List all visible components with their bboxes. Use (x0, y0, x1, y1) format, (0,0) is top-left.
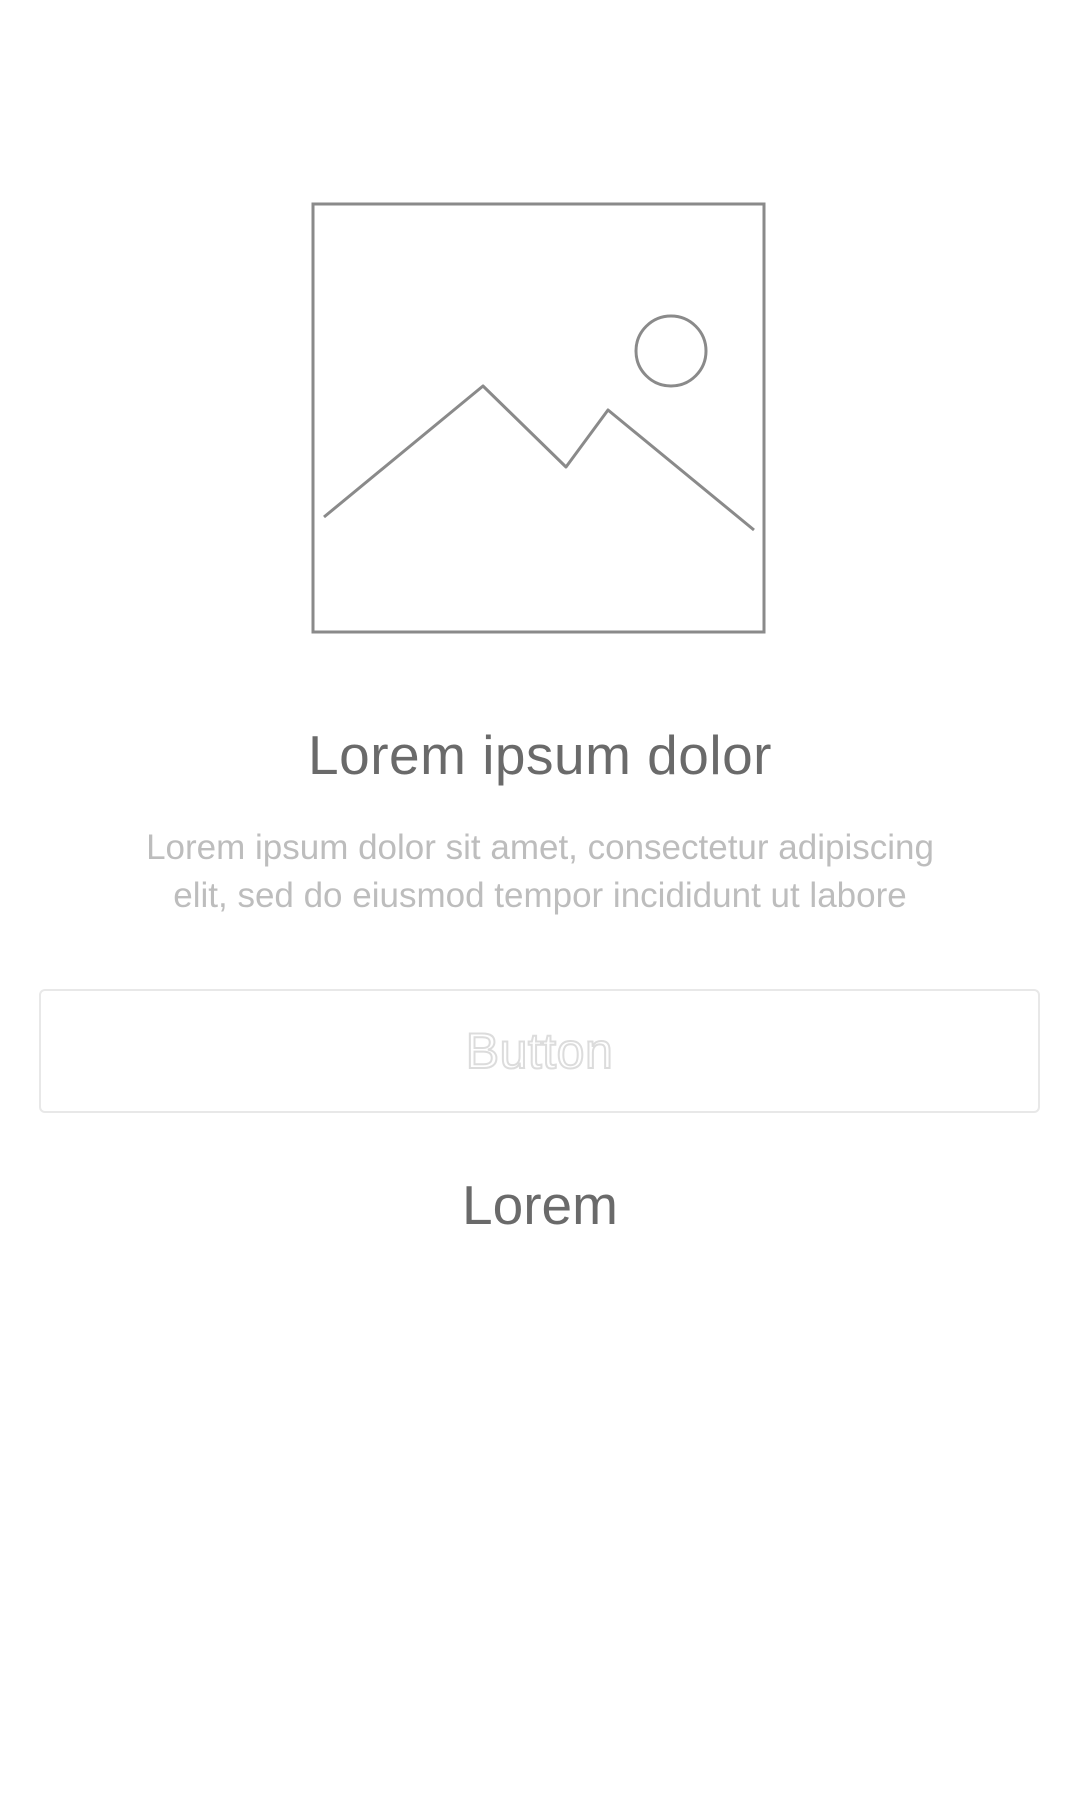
primary-button[interactable]: Button (39, 989, 1040, 1113)
primary-button-label: Button (465, 1022, 614, 1080)
secondary-link[interactable]: Lorem (0, 1170, 1080, 1240)
description-text: Lorem ipsum dolor sit amet, consectetur … (90, 824, 990, 920)
page-title: Lorem ipsum dolor (308, 724, 772, 786)
description-line: Lorem ipsum dolor sit amet, consectetur … (146, 828, 934, 867)
image-placeholder-icon (311, 202, 766, 634)
empty-state-screen: Lorem ipsum dolor Lorem ipsum dolor sit … (0, 0, 1080, 1794)
description-line: elit, sed do eiusmod tempor incididunt u… (173, 876, 907, 915)
